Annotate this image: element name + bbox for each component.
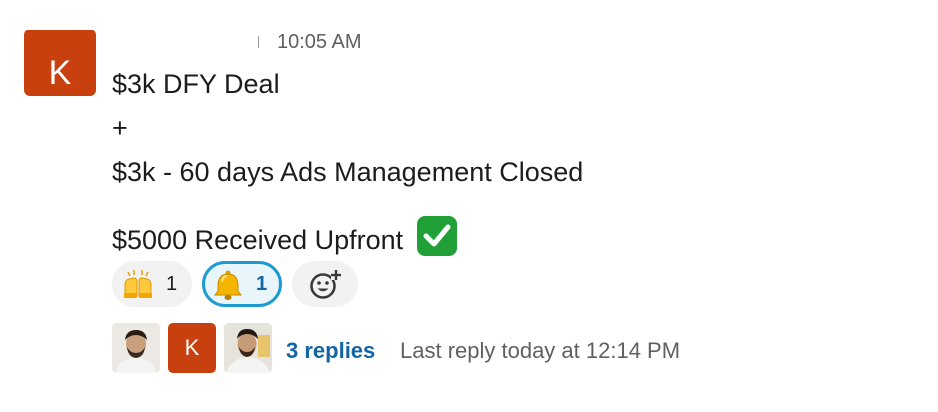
reaction-raised-hands[interactable]: 1 bbox=[112, 261, 192, 307]
message-line: $3k - 60 days Ads Management Closed bbox=[112, 157, 584, 187]
message-header-cutoff bbox=[0, 0, 938, 30]
raised-hands-icon bbox=[122, 269, 154, 299]
author-name-fragment bbox=[258, 36, 259, 48]
last-reply-time: Last reply today at 12:14 PM bbox=[400, 338, 681, 363]
reaction-count: 1 bbox=[256, 273, 268, 295]
reaction-bell[interactable]: 1 bbox=[202, 261, 282, 307]
participant-avatar bbox=[112, 323, 160, 373]
add-reaction-button[interactable] bbox=[292, 261, 358, 307]
bell-icon bbox=[212, 269, 244, 300]
add-reaction-icon bbox=[309, 268, 341, 299]
message-line: + bbox=[112, 113, 128, 143]
message-line-with-emoji: $5000 Received Upfront bbox=[112, 216, 457, 256]
participant-avatar bbox=[224, 323, 272, 373]
reaction-count: 1 bbox=[166, 273, 178, 295]
white-check-mark-icon bbox=[416, 216, 457, 256]
message-container: K 10:05 AM $3k DFY Deal + $3k - 60 days … bbox=[0, 0, 938, 412]
participant-avatar: K bbox=[168, 323, 216, 373]
participant-initial: K bbox=[184, 335, 200, 360]
author-initial: K bbox=[48, 54, 72, 92]
thread-replies-link[interactable]: 3 replies bbox=[286, 338, 375, 364]
message-line-text: $5000 Received Upfront bbox=[112, 225, 404, 255]
author-avatar[interactable]: K bbox=[24, 29, 96, 96]
message-line: $3k DFY Deal bbox=[112, 69, 280, 99]
message-timestamp[interactable]: 10:05 AM bbox=[277, 30, 362, 54]
